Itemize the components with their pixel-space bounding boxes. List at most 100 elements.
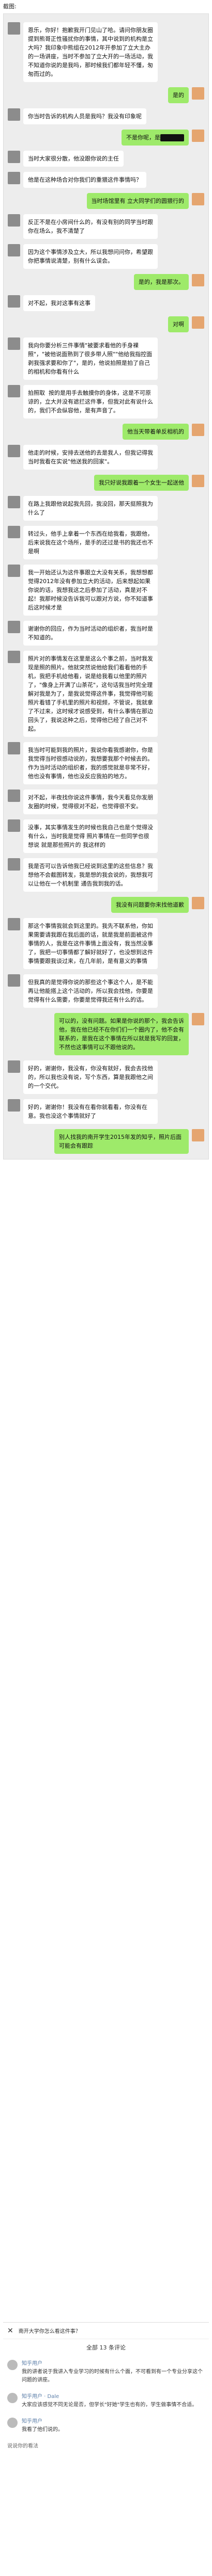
avatar[interactable] <box>8 385 20 397</box>
chat-message-row: 那这个事情我就会到这里的。我先不联系他，你如果需要请我跟在我后面的话，就是我是前… <box>8 918 204 969</box>
message-bubble[interactable]: 没事，其实事情发生的时候也我自己也是个觉得没有什么，当时我是觉得 照片事情在一些… <box>23 819 158 853</box>
comment-item: 知乎用户 · Dale 大家应该感觉不同无论是否，但学长"好她"学生也有的，学生做… <box>3 2389 209 2413</box>
message-bubble[interactable]: 在路上我跟他说起我先回，我没回，那天挺照我为什么了 <box>23 496 158 521</box>
message-bubble[interactable]: 我向你要分析三件事情"被要求看他的手身裸照"，"被他说面熟到了很多带人照""他给… <box>23 337 158 380</box>
message-bubble[interactable]: 不是你呢，是 <box>122 130 189 146</box>
avatar[interactable] <box>192 1129 204 1141</box>
avatar[interactable] <box>192 475 204 487</box>
avatar[interactable] <box>8 526 20 538</box>
message-bubble[interactable]: 好的，谢谢你，我没有，你没有就好，我会去找他的，所以我也没有说，写个东西，算是我… <box>23 1060 158 1094</box>
avatar[interactable] <box>8 1060 20 1073</box>
close-icon[interactable]: ✕ <box>7 2327 13 2335</box>
message-bubble[interactable]: 他当天带着单反相机的 <box>123 424 189 440</box>
message-bubble[interactable]: 我只好说我跟着一个女生一起送他 <box>94 475 189 491</box>
avatar[interactable] <box>8 742 20 754</box>
avatar[interactable] <box>192 193 204 205</box>
avatar[interactable] <box>8 819 20 832</box>
avatar[interactable] <box>8 565 20 577</box>
chat-message-row: 我向你要分析三件事情"被要求看他的手身裸照"，"被他说面熟到了很多带人照""他给… <box>8 337 204 380</box>
comments-topbar: ✕ 南开大学你怎么看这件事？ <box>3 2323 209 2339</box>
avatar[interactable] <box>8 337 20 350</box>
avatar[interactable] <box>7 2360 18 2370</box>
comment-text: 我的讲者说于我讲入专业学习的时候有什么个面，不可看到有一个专业分享这个问题的讲座… <box>22 2369 203 2383</box>
avatar[interactable] <box>8 1099 20 1112</box>
avatar[interactable] <box>7 2393 18 2403</box>
message-bubble[interactable]: 因为这个事情涉及立大，所以我想问问你，希望跟你把事情说清楚，别有什么误会。 <box>23 244 158 269</box>
chat-message-row: 因为这个事情涉及立大，所以我想问问你，希望跟你把事情说清楚，别有什么误会。 <box>8 244 204 269</box>
message-bubble[interactable]: 对不起，半夜找你说这件事情，我今天看见你发朋友圈的时候，觉得很对不起，也觉得很不… <box>23 790 158 814</box>
avatar[interactable] <box>8 295 20 308</box>
topbar-title: 南开大学你怎么看这件事？ <box>18 2329 81 2335</box>
message-bubble[interactable]: 好的，谢谢你！我没有在看你就看看，你没有在意。我也没这个事情就好了 <box>23 1099 158 1124</box>
message-bubble[interactable]: 你当时告诉的机构人员是我吗？我没有印象呢 <box>23 108 146 124</box>
message-bubble[interactable]: 我当时可能到我的照片，我说你看我感谢你，你是我觉得当时很感动说的，我想要我那个时… <box>23 742 158 784</box>
message-bubble[interactable]: 他走的时候，安排去送他的去是我人，但我记得我当时我看在实说"他送我的回家"。 <box>23 445 158 470</box>
message-bubble[interactable]: 恩乐，你好！抱歉我开门见山了哈。请问你朋友圈提到熊哥正性骚扰你的事情，其中说到的… <box>23 22 158 82</box>
avatar[interactable] <box>8 108 20 121</box>
chat-message-row: 但我真的是觉得你说的那些这个事这个人，是不能再让他能搭上这个活动的，所以我会找他… <box>8 974 204 1008</box>
avatar[interactable] <box>192 897 204 909</box>
avatar[interactable] <box>8 651 20 663</box>
avatar[interactable] <box>8 496 20 508</box>
message-bubble[interactable]: 谢谢你的回应，作为当时活动的组织者，我当时是不知道的。 <box>23 621 158 646</box>
chat-message-row: 对不起，我对这事有这事 <box>8 295 204 311</box>
message-bubble[interactable]: 是的 <box>168 87 189 103</box>
avatar[interactable] <box>8 858 20 871</box>
message-bubble[interactable]: 拍照取 按的是用手去触摸你的身体，这是不可原谅的，立大并没有遮拦这件事，但我对此… <box>23 385 158 418</box>
avatar[interactable] <box>192 316 204 329</box>
message-bubble[interactable]: 我一开始还认为这件事跟立大没有关系，我想想都觉得2012年没有参加立大的活动，后… <box>23 565 158 616</box>
comment-author[interactable]: 知乎用户 <box>22 2418 63 2426</box>
comments-title: 全部 13 条评论 <box>86 2344 126 2351</box>
chat-message-row: 他当天带着单反相机的 <box>8 424 204 440</box>
comment-author[interactable]: 知乎用户 · Dale <box>22 2393 197 2401</box>
message-bubble[interactable]: 我是否可以告诉他我已经说到这里的这些信息？我想他不会截图转发，我是想的我会说的，… <box>23 858 158 892</box>
avatar[interactable] <box>8 790 20 802</box>
chat-message-row: 他走的时候，安排去送他的去是我人，但我记得我当时我看在实说"他送我的回家"。 <box>8 445 204 470</box>
chat-message-row: 他是在这种场合对你我们的重猥这件事情吗？ <box>8 172 204 188</box>
avatar[interactable] <box>8 445 20 457</box>
avatar[interactable] <box>192 424 204 436</box>
message-bubble[interactable]: 对不起，我对这事有这事 <box>23 295 95 311</box>
redaction-mark <box>160 134 184 141</box>
avatar[interactable] <box>8 22 20 35</box>
message-bubble[interactable]: 当时大家很分散，他没跟你说的主任 <box>23 151 124 167</box>
comment-body: 知乎用户 我的讲者说于我讲入专业学习的时候有什么个面，不可看到有一个专业分享这个问… <box>22 2360 205 2385</box>
avatar[interactable] <box>8 172 20 184</box>
avatar[interactable] <box>8 244 20 256</box>
avatar[interactable] <box>192 274 204 286</box>
message-bubble[interactable]: 当时场馆里有 立大同学们的圆猥行的 <box>86 193 189 209</box>
message-bubble[interactable]: 对啊 <box>168 316 189 332</box>
comment-author[interactable]: 知乎用户 <box>22 2360 205 2368</box>
comment-input[interactable]: 说说你的看法 <box>3 2438 209 2452</box>
chat-message-row: 好的，谢谢你，我没有，你没有就好，我会去找他的，所以我也没有说，写个东西，算是我… <box>8 1060 204 1094</box>
message-bubble[interactable]: 他是在这种场合对你我们的重猥这件事情吗？ <box>23 172 146 188</box>
chat-message-row: 当时场馆里有 立大同学们的圆猥行的 <box>8 193 204 209</box>
message-bubble[interactable]: 可以的，没有问题。如果是你说的那个，我会告诉他，我在他已经不在你们们一个圈内了，… <box>54 1013 189 1055</box>
message-bubble[interactable]: 别人找我的南开学生2015年发的知乎，照片后面可能会有跟踪 <box>54 1129 189 1154</box>
message-bubble[interactable]: 但我真的是觉得你说的那些这个事这个人，是不能再让他能搭上这个活动的，所以我会找他… <box>23 974 158 1008</box>
chat-message-row: 谢谢你的回应，作为当时活动的组织者，我当时是不知道的。 <box>8 621 204 646</box>
avatar[interactable] <box>192 130 204 142</box>
comment-text: 大家应该感觉不同无论是否，但学长"好她"学生也有的，学生做事情不合适。 <box>22 2402 198 2408</box>
message-bubble[interactable]: 是的，我是那次。 <box>134 274 189 290</box>
avatar[interactable] <box>8 918 20 930</box>
message-bubble[interactable]: 我没有问题要你来找他道歉 <box>111 897 189 913</box>
comment-item: 知乎用户 我看了他们说的。 <box>3 2413 209 2438</box>
avatar[interactable] <box>8 151 20 163</box>
avatar[interactable] <box>192 1013 204 1025</box>
message-bubble[interactable]: 照片对的事情发在这里是这么个事之前，当时我发现是照的照片。他就突然说他给我们看看… <box>23 651 158 737</box>
avatar[interactable] <box>192 87 204 100</box>
avatar[interactable] <box>8 621 20 633</box>
comment-list: 知乎用户 我的讲者说于我讲入专业学习的时候有什么个面，不可看到有一个专业分享这个问… <box>3 2356 209 2438</box>
chat-message-row: 我一开始还认为这件事跟立大没有关系，我想想都觉得2012年没有参加立大的活动，后… <box>8 565 204 616</box>
avatar[interactable] <box>8 974 20 987</box>
chat-message-row: 恩乐，你好！抱歉我开门见山了哈。请问你朋友圈提到熊哥正性骚扰你的事情，其中说到的… <box>8 22 204 82</box>
comments-panel: ✕ 南开大学你怎么看这件事？ 全部 13 条评论 知乎用户 我的讲者说于我讲入专业… <box>3 2322 209 2570</box>
comment-body: 知乎用户 · Dale 大家应该感觉不同无论是否，但学长"好她"学生也有的，学生做… <box>22 2393 197 2409</box>
message-bubble[interactable]: 转过头，他手上拿着一个东西在给我看，我跟他，后来说我在这个场所，是手的还过是书的… <box>23 526 158 559</box>
avatar[interactable] <box>7 2418 18 2428</box>
avatar[interactable] <box>8 214 20 227</box>
message-bubble[interactable]: 反正不是在小房间什么的，有没有别的同学当时跟你在场么，我不清楚了 <box>23 214 158 239</box>
chat-message-row: 我当时可能到我的照片，我说你看我感谢你，你是我觉得当时很感动说的，我想要我那个时… <box>8 742 204 784</box>
message-bubble[interactable]: 那这个事情我就会到这里的。我先不联系他，你如果需要请我跟在我后面的话，就是我是前… <box>23 918 158 969</box>
